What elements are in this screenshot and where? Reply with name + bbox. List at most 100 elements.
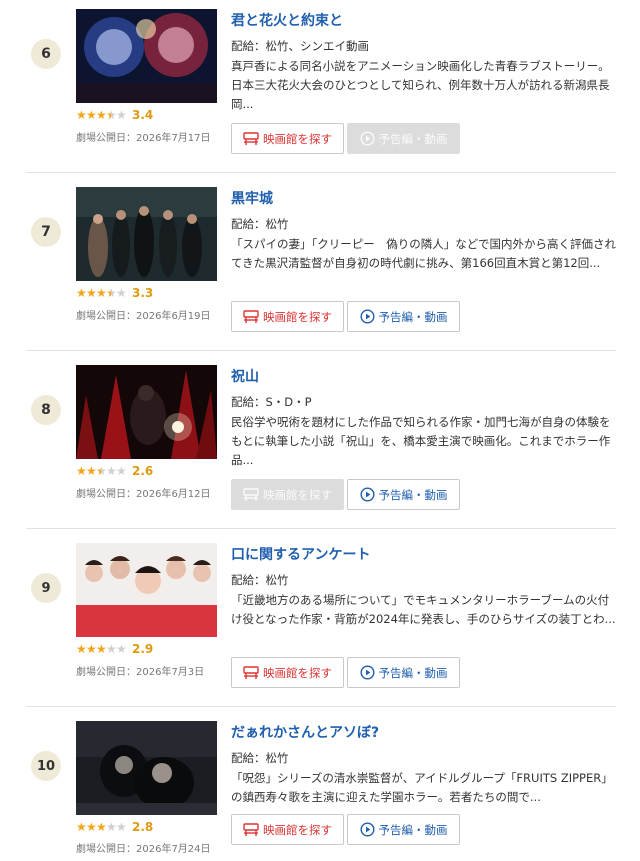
movie-title-link[interactable]: だぁれかさんとアソぼ? [231, 722, 379, 742]
star-icon: ★ [76, 642, 87, 656]
play-circle-icon [359, 131, 375, 146]
star-icon: ★ [86, 642, 97, 656]
star-icon: ★ [76, 108, 87, 122]
find-theater-label: 映画館を探す [263, 665, 332, 680]
play-circle-icon [359, 487, 375, 502]
movie-item: 10 ★ ★ ★ ★ ★ 2.8 劇場公開日：2026年7月24日 だぁれかさん… [0, 712, 640, 861]
theater-seat-icon [243, 822, 259, 837]
trailer-button[interactable]: 予告編・動画 [347, 479, 460, 510]
rank-badge: 6 [31, 39, 61, 69]
distributor: 配給：松竹 [231, 573, 289, 587]
star-icon: ★ [86, 464, 97, 478]
star-icon: ★ [96, 820, 107, 834]
star-icon: ★ [96, 286, 107, 300]
divider [26, 528, 616, 529]
star-icon: ★ [76, 464, 87, 478]
divider [26, 706, 616, 707]
rank-badge: 7 [31, 217, 61, 247]
release-date: 劇場公開日：2026年7月17日 [76, 133, 211, 144]
star-icon: ★ [76, 820, 87, 834]
movie-poster[interactable] [76, 187, 217, 281]
movie-title-link[interactable]: 黒牢城 [231, 188, 273, 208]
star-icon: ★ [76, 286, 87, 300]
star-half-icon: ★ [106, 108, 117, 122]
divider [26, 350, 616, 351]
rank-badge: 9 [31, 573, 61, 603]
rank-badge: 10 [31, 751, 61, 781]
rating-stars: ★ ★ ★ ★ ★ 2.6 [76, 464, 153, 478]
distributor: 配給：松竹 [231, 217, 289, 231]
movie-description: 「スパイの妻」「クリーピー 偽りの隣人」などで国内外から高く評価されてきた黒沢清… [231, 237, 617, 270]
rating-stars: ★ ★ ★ ★ ★ 2.9 [76, 642, 153, 656]
theater-seat-icon [243, 309, 259, 324]
theater-seat-icon [243, 665, 259, 680]
rating-score: 2.8 [132, 820, 154, 834]
star-icon: ★ [116, 108, 127, 122]
find-theater-label: 映画館を探す [263, 309, 332, 324]
star-icon: ★ [96, 642, 107, 656]
movie-description: 真戸香による同名小説をアニメーション映画化した青春ラブストーリー。日本三大花火大… [231, 59, 610, 111]
find-theater-label: 映画館を探す [263, 131, 332, 146]
star-icon: ★ [106, 464, 117, 478]
rating-score: 2.6 [132, 464, 154, 478]
movie-title-link[interactable]: 君と花火と約束と [231, 10, 343, 30]
star-icon: ★ [116, 820, 127, 834]
trailer-label: 予告編・動画 [378, 822, 448, 837]
trailer-label: 予告編・動画 [378, 665, 448, 680]
star-icon: ★ [116, 642, 127, 656]
rating-stars: ★ ★ ★ ★ ★ 3.3 [76, 286, 153, 300]
rank-badge: 8 [31, 395, 61, 425]
find-theater-button[interactable]: 映画館を探す [231, 657, 344, 688]
distributor: 配給：S・D・P [231, 395, 312, 409]
trailer-button[interactable]: 予告編・動画 [347, 814, 460, 845]
distributor: 配給：松竹 [231, 751, 289, 765]
movie-poster[interactable] [76, 543, 217, 637]
star-half-icon: ★ [106, 286, 117, 300]
movie-item: 6 ★ ★ ★ ★ ★ 3.4 劇場公開日：2026年7月17日 君と花火と約束… [0, 0, 640, 178]
rating-stars: ★ ★ ★ ★ ★ 2.8 [76, 820, 153, 834]
star-icon: ★ [116, 464, 127, 478]
star-icon: ★ [86, 820, 97, 834]
trailer-label: 予告編・動画 [378, 131, 448, 146]
find-theater-button[interactable]: 映画館を探す [231, 479, 344, 510]
trailer-label: 予告編・動画 [378, 309, 448, 324]
rating-score: 3.4 [132, 108, 154, 122]
star-half-icon: ★ [96, 464, 107, 478]
play-circle-icon [359, 822, 375, 837]
movie-poster[interactable] [76, 721, 217, 815]
star-icon: ★ [96, 108, 107, 122]
movie-title-link[interactable]: 祝山 [231, 366, 259, 386]
theater-seat-icon [243, 487, 259, 502]
star-icon: ★ [106, 642, 117, 656]
star-icon: ★ [106, 820, 117, 834]
rating-score: 2.9 [132, 642, 154, 656]
find-theater-label: 映画館を探す [263, 822, 332, 837]
trailer-button[interactable]: 予告編・動画 [347, 123, 460, 154]
release-date: 劇場公開日：2026年6月12日 [76, 489, 211, 500]
star-icon: ★ [86, 286, 97, 300]
release-date: 劇場公開日：2026年6月19日 [76, 311, 211, 322]
find-theater-button[interactable]: 映画館を探す [231, 301, 344, 332]
movie-description: 民俗学や呪術を題材にした作品で知られる作家・加門七海が自身の体験をもとに執筆した… [231, 415, 611, 467]
release-date: 劇場公開日：2026年7月24日 [76, 844, 211, 855]
find-theater-label: 映画館を探す [263, 487, 332, 502]
find-theater-button[interactable]: 映画館を探す [231, 814, 344, 845]
distributor: 配給：松竹、シンエイ動画 [231, 39, 369, 53]
movie-poster[interactable] [76, 9, 217, 103]
movie-item: 7 ★ ★ ★ ★ ★ 3.3 劇場公開日：2026年6月19日 黒牢城 配給：… [0, 178, 640, 356]
play-circle-icon [359, 309, 375, 324]
rating-score: 3.3 [132, 286, 154, 300]
movie-description: 「呪怨」シリーズの清水崇監督が、アイドルグループ「FRUITS ZIPPER」の… [231, 771, 613, 804]
trailer-button[interactable]: 予告編・動画 [347, 301, 460, 332]
movie-item: 8 ★ ★ ★ ★ ★ 2.6 劇場公開日：2026年6月12日 祝山 配給：S… [0, 356, 640, 534]
theater-seat-icon [243, 131, 259, 146]
movie-poster[interactable] [76, 365, 217, 459]
play-circle-icon [359, 665, 375, 680]
release-date: 劇場公開日：2026年7月3日 [76, 667, 205, 678]
trailer-label: 予告編・動画 [378, 487, 448, 502]
movie-title-link[interactable]: 口に関するアンケート [231, 544, 370, 564]
trailer-button[interactable]: 予告編・動画 [347, 657, 460, 688]
movie-item: 9 ★ ★ ★ ★ ★ 2.9 劇場公開日：2026年7月3日 口に関するアンケ… [0, 534, 640, 712]
star-icon: ★ [116, 286, 127, 300]
find-theater-button[interactable]: 映画館を探す [231, 123, 344, 154]
